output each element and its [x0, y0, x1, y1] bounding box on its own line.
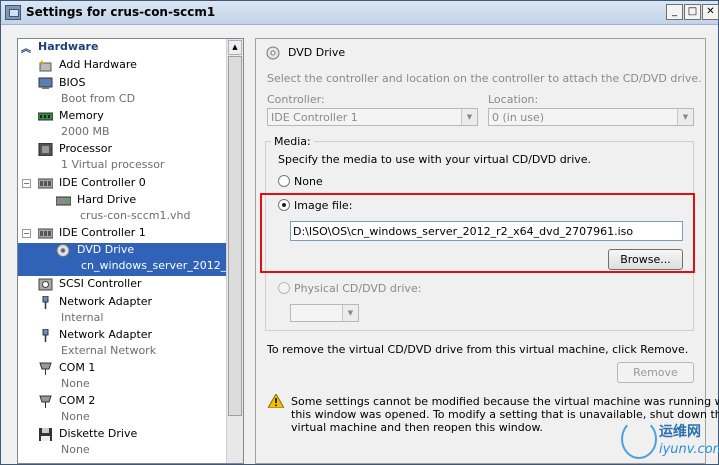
collapse-toggle-icon[interactable]: − [22, 229, 31, 238]
tree-item-label: COM 1 [59, 361, 96, 374]
dvd-icon [56, 244, 70, 257]
highlight-box [260, 193, 695, 273]
chevron-down-icon[interactable]: ▼ [461, 109, 477, 125]
tree-item-detail: None [61, 410, 90, 423]
watermark-en: iyunv.com [659, 442, 719, 457]
tree-item-ide-controller-1[interactable]: − IDE Controller 1 [18, 226, 227, 242]
window-title: Settings for crus-con-sccm1 [26, 5, 216, 19]
physical-drive-label[interactable]: Physical CD/DVD drive: [294, 282, 421, 295]
controller-description: Select the controller and location on th… [267, 72, 702, 85]
tree-item-add-hardware[interactable]: ✦ Add Hardware [18, 58, 227, 74]
tree-item-label: Hard Drive [77, 193, 137, 206]
tree-item-detail: crus-con-sccm1.vhd [80, 209, 191, 222]
tree-item-label: BIOS [59, 76, 86, 89]
tree-item-scsi-controller[interactable]: SCSI Controller [18, 277, 227, 293]
tree-item-detail: Boot from CD [61, 92, 136, 105]
scroll-up-icon[interactable]: ▲ [228, 40, 242, 55]
watermark-logo-icon [621, 419, 657, 459]
add-hardware-icon: ✦ [38, 59, 52, 72]
tree-item-hard-drive[interactable]: Hard Drive crus-con-sccm1.vhd [18, 193, 227, 225]
controller-select-value: IDE Controller 1 [271, 111, 358, 124]
media-description: Specify the media to use with your virtu… [278, 153, 592, 166]
tree-item-label: SCSI Controller [59, 277, 142, 290]
location-select-value: 0 (in use) [492, 111, 545, 124]
watermark-cn: 运维网 [659, 424, 701, 440]
tree-item-detail: None [61, 443, 90, 456]
tree-item-detail: Internal [61, 311, 104, 324]
controller-icon [38, 228, 53, 239]
collapse-chevron-icon[interactable]: ︽ [21, 40, 31, 55]
warning-text-line-3: virtual machine and then reopen this win… [291, 421, 543, 434]
hard-drive-icon [56, 196, 71, 206]
tree-item-com-1[interactable]: COM 1 None [18, 361, 227, 393]
vm-settings-icon [5, 5, 21, 20]
location-select[interactable]: 0 (in use) ▼ [488, 108, 694, 126]
location-label: Location: [488, 93, 539, 106]
tree-item-processor[interactable]: Processor 1 Virtual processor [18, 142, 227, 174]
tree-item-label: Processor [59, 142, 112, 155]
title-bar: Settings for crus-con-sccm1 _ □ ✕ [1, 1, 719, 25]
controller-select[interactable]: IDE Controller 1 ▼ [267, 108, 478, 126]
tree-item-ide-controller-0[interactable]: − IDE Controller 0 [18, 176, 227, 192]
tree-item-network-adapter-external[interactable]: Network Adapter External Network [18, 328, 227, 360]
settings-window: Settings for crus-con-sccm1 _ □ ✕ ︽ Hard… [0, 0, 719, 465]
hardware-tree: ︽ Hardware ✦ Add Hardware BIOS Boot from… [17, 38, 244, 464]
bios-icon [38, 77, 53, 89]
diskette-icon [39, 428, 52, 441]
memory-icon [38, 112, 53, 121]
tree-item-diskette-drive[interactable]: Diskette Drive None [18, 427, 227, 459]
tree-item-label: DVD Drive [77, 243, 135, 256]
controller-icon [38, 178, 53, 189]
hardware-header[interactable]: ︽ Hardware [18, 39, 227, 56]
minimize-button[interactable]: _ [666, 4, 683, 20]
processor-icon [38, 143, 53, 156]
tree-item-network-adapter-internal[interactable]: Network Adapter Internal [18, 295, 227, 327]
com-port-icon [39, 362, 52, 375]
tree-item-dvd-drive[interactable]: DVD Drive cn_windows_server_2012_... [18, 243, 237, 276]
svg-text:✦: ✦ [38, 59, 46, 69]
scroll-thumb[interactable] [228, 56, 242, 416]
dvd-drive-icon [266, 46, 280, 60]
tree-item-detail: External Network [61, 344, 157, 357]
none-radio-label[interactable]: None [294, 175, 323, 188]
tree-item-detail: None [61, 377, 90, 390]
tree-item-com-2[interactable]: COM 2 None [18, 394, 227, 426]
tree-item-label: Memory [59, 109, 104, 122]
warning-text-line-1: Some settings cannot be modified because… [291, 395, 719, 408]
tree-item-label: Network Adapter [59, 328, 153, 341]
tree-item-label: IDE Controller 1 [59, 226, 146, 239]
network-adapter-icon [42, 296, 49, 309]
physical-drive-radio[interactable] [278, 282, 290, 294]
hardware-header-label: Hardware [38, 40, 99, 53]
tree-item-label: Diskette Drive [59, 427, 138, 440]
tree-item-label: COM 2 [59, 394, 96, 407]
physical-drive-select[interactable]: ▼ [290, 304, 359, 322]
tree-scrollbar[interactable]: ▲ [226, 39, 243, 463]
controller-label: Controller: [267, 93, 325, 106]
chevron-down-icon[interactable]: ▼ [342, 305, 358, 321]
watermark: 运维网 iyunv.com [613, 415, 719, 465]
tree-item-label: Network Adapter [59, 295, 153, 308]
tree-item-detail: 1 Virtual processor [61, 158, 165, 171]
tree-item-detail: 2000 MB [61, 125, 110, 138]
maximize-button[interactable]: □ [684, 4, 701, 20]
remove-description: To remove the virtual CD/DVD drive from … [267, 343, 689, 356]
media-label: Media: [271, 135, 314, 148]
close-button[interactable]: ✕ [702, 4, 719, 20]
collapse-toggle-icon[interactable]: − [22, 179, 31, 188]
warning-icon [268, 394, 284, 408]
tree-item-label: IDE Controller 0 [59, 176, 146, 189]
com-port-icon [39, 395, 52, 408]
tree-item-label: Add Hardware [59, 58, 137, 71]
tree-item-detail: cn_windows_server_2012_... [81, 259, 237, 272]
tree-item-memory[interactable]: Memory 2000 MB [18, 109, 227, 141]
remove-button[interactable]: Remove [617, 362, 694, 383]
none-radio[interactable] [278, 175, 290, 187]
tree-item-bios[interactable]: BIOS Boot from CD [18, 76, 227, 108]
chevron-down-icon[interactable]: ▼ [677, 109, 693, 125]
scsi-icon [38, 278, 53, 291]
section-title: DVD Drive [288, 46, 346, 59]
network-adapter-icon [42, 329, 49, 342]
